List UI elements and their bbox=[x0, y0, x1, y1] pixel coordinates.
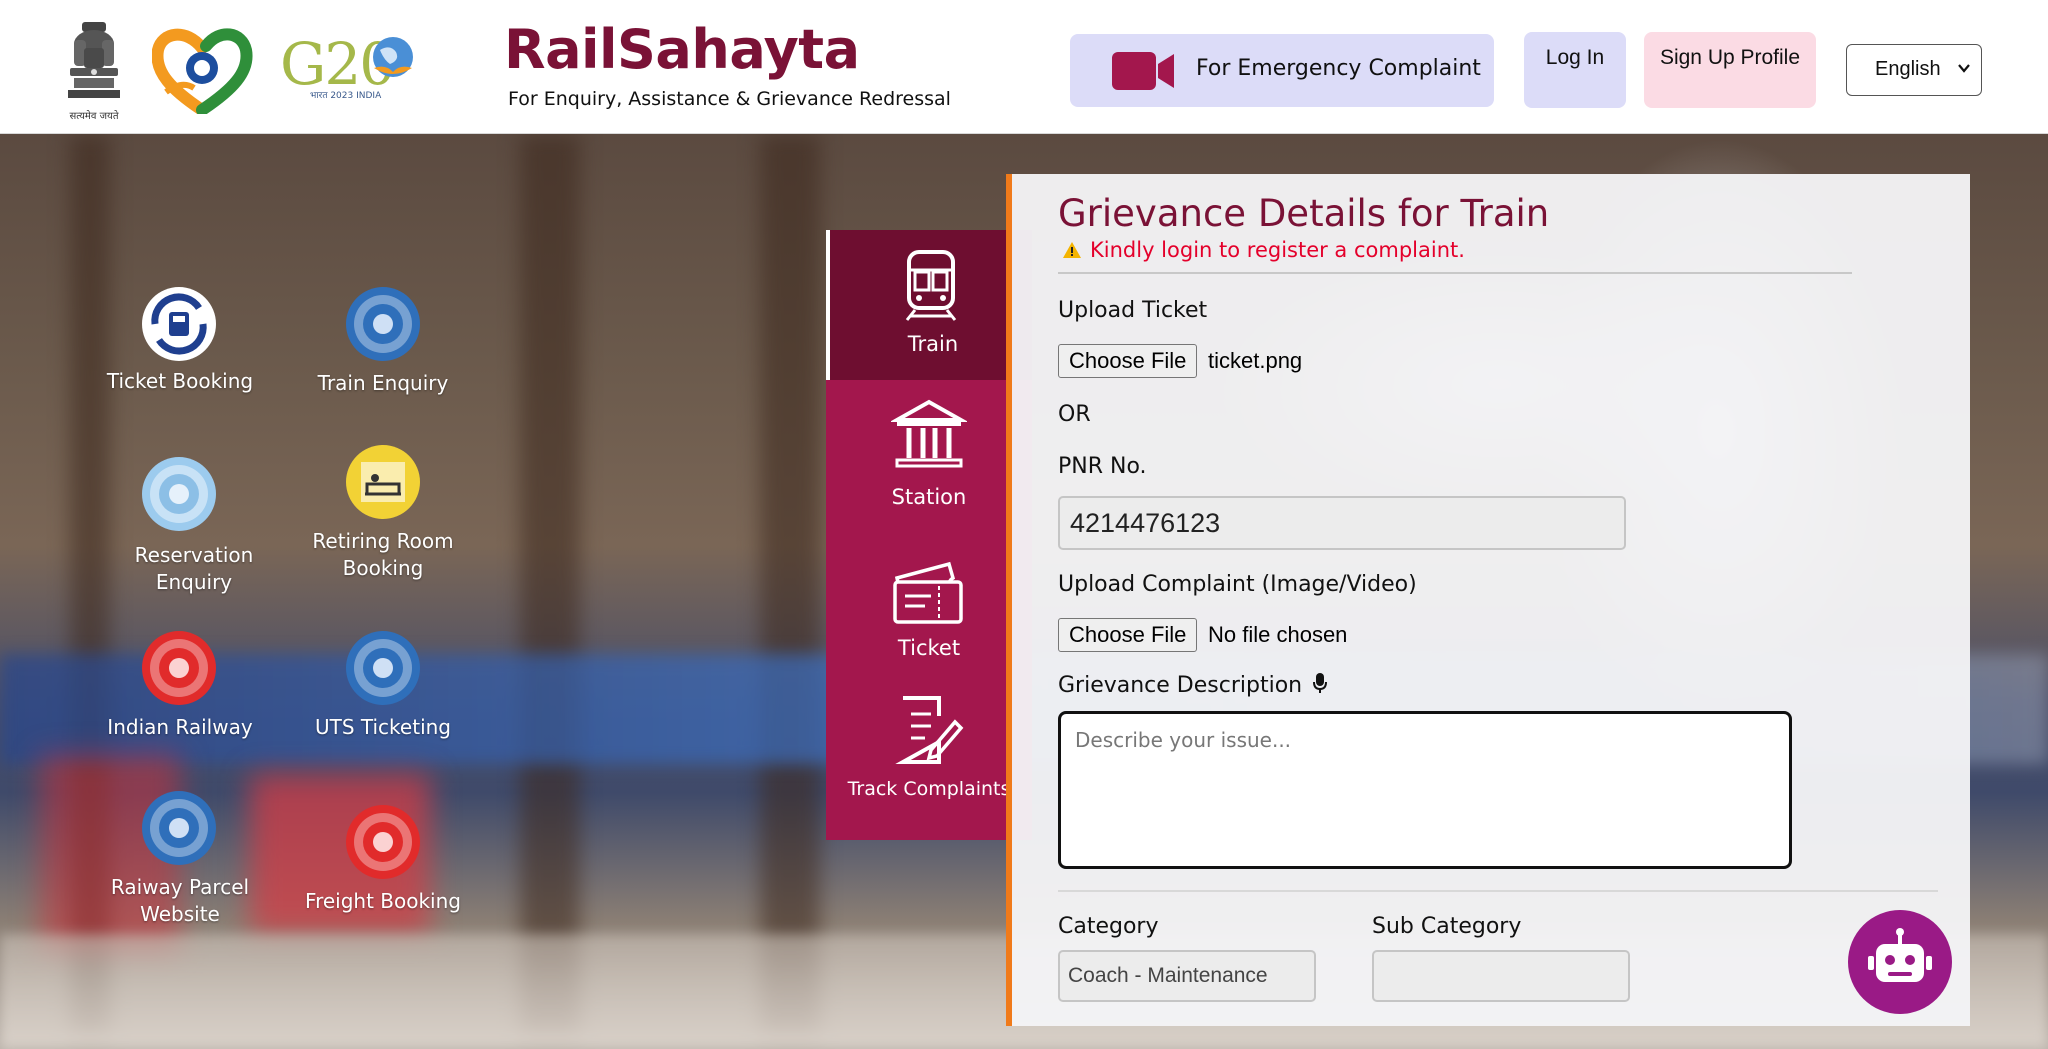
station-building-icon bbox=[891, 399, 967, 468]
grievance-form-panel: Grievance Details for Train Kindly login… bbox=[1006, 174, 1970, 1026]
category-label: Category bbox=[1058, 914, 1159, 939]
emergency-complaint-label: For Emergency Complaint bbox=[1196, 56, 1481, 81]
subcategory-select[interactable] bbox=[1372, 950, 1630, 1002]
quick-link-label: UTS Ticketing bbox=[314, 715, 451, 739]
tab-label: Ticket bbox=[897, 636, 961, 660]
retiring-room-icon bbox=[346, 445, 420, 519]
warning-icon bbox=[1063, 242, 1081, 258]
upload-ticket-choose-file-button[interactable]: Choose File bbox=[1058, 344, 1198, 378]
complaint-file-name: No file chosen bbox=[1208, 622, 1348, 647]
irctc-logo-icon bbox=[142, 287, 216, 361]
quick-link-label: Retiring Room Booking bbox=[312, 529, 454, 580]
login-button[interactable]: Log In bbox=[1524, 32, 1626, 108]
tab-label: Station bbox=[891, 485, 967, 509]
quick-link-label: Train Enquiry bbox=[317, 371, 449, 395]
category-select[interactable]: Coach - Maintenance bbox=[1058, 950, 1316, 1002]
quick-link-label: Indian Railway bbox=[107, 715, 253, 739]
indian-railways-logo-icon bbox=[346, 631, 420, 705]
header: सत्यमेव जयते G20 भारत 2023 INDIA RailSah… bbox=[0, 0, 2048, 134]
pnr-input[interactable]: 4214476123 bbox=[1058, 496, 1626, 550]
video-camera-icon bbox=[1112, 52, 1174, 90]
or-label: OR bbox=[1058, 402, 1091, 427]
tab-station[interactable]: Station bbox=[826, 380, 1032, 530]
document-edit-icon bbox=[895, 696, 964, 764]
divider bbox=[1058, 890, 1938, 892]
chevron-down-icon bbox=[1958, 64, 1970, 73]
divider bbox=[1058, 272, 1852, 274]
brand-title: RailSahayta bbox=[504, 18, 860, 81]
quick-link-ticket-booking[interactable]: Ticket Booking bbox=[100, 286, 260, 426]
indian-railways-logo-icon bbox=[142, 791, 216, 865]
language-select[interactable]: English bbox=[1846, 44, 1982, 96]
form-title: Grievance Details for Train bbox=[1058, 192, 1550, 235]
emblem-caption: सत्यमेव जयते bbox=[69, 111, 119, 122]
tab-track-complaints[interactable]: Track Complaints bbox=[826, 680, 1032, 840]
login-warning: Kindly login to register a complaint. bbox=[1062, 238, 1465, 262]
grievance-description-label: Grievance Description bbox=[1058, 672, 1328, 698]
chatbot-button[interactable] bbox=[1848, 910, 1952, 1014]
complaint-type-tabs: Train Station Ticket Track Complaints bbox=[826, 230, 1032, 840]
grievance-description-text: Grievance Description bbox=[1058, 673, 1303, 698]
quick-link-label: Freight Booking bbox=[305, 889, 461, 913]
microphone-icon[interactable] bbox=[1313, 672, 1328, 694]
quick-link-indian-railway[interactable]: Indian Railway bbox=[100, 630, 260, 770]
train-icon bbox=[905, 250, 957, 321]
national-emblem-logo: सत्यमेव जयते bbox=[64, 18, 124, 122]
quick-link-reservation-enquiry[interactable]: Reservation Enquiry bbox=[100, 456, 280, 596]
quick-link-train-enquiry[interactable]: Train Enquiry bbox=[303, 286, 463, 426]
robot-icon bbox=[1868, 928, 1932, 982]
tab-label: Track Complaints bbox=[847, 778, 1011, 800]
quick-link-railway-parcel-website[interactable]: Raiway Parcel Website bbox=[100, 790, 260, 960]
ticket-icon bbox=[893, 561, 963, 624]
tab-train[interactable]: Train bbox=[826, 230, 1032, 380]
quick-link-label: Ticket Booking bbox=[106, 369, 254, 393]
indian-railways-red-logo-icon bbox=[346, 805, 420, 879]
indian-railways-red-logo-icon bbox=[142, 631, 216, 705]
tab-ticket[interactable]: Ticket bbox=[826, 530, 1032, 680]
g20-subtitle: भारत 2023 INDIA bbox=[310, 91, 382, 101]
pnr-label: PNR No. bbox=[1058, 454, 1147, 479]
heart-railway-logo bbox=[151, 26, 254, 116]
quick-link-label: Reservation Enquiry bbox=[134, 543, 254, 594]
subcategory-label: Sub Category bbox=[1372, 914, 1522, 939]
indian-railways-logo-icon bbox=[142, 457, 216, 531]
upload-complaint-label: Upload Complaint (Image/Video) bbox=[1058, 572, 1417, 597]
signup-profile-button[interactable]: Sign Up Profile bbox=[1644, 32, 1816, 108]
g20-logo: G20 भारत 2023 INDIA bbox=[280, 30, 416, 106]
grievance-description-textarea[interactable]: Describe your issue... bbox=[1058, 711, 1792, 869]
ticket-file-name: ticket.png bbox=[1208, 348, 1303, 373]
language-value: English bbox=[1875, 58, 1941, 80]
login-warning-text: Kindly login to register a complaint. bbox=[1090, 238, 1465, 262]
quick-link-uts-ticketing[interactable]: UTS Ticketing bbox=[303, 630, 463, 770]
upload-complaint-choose-file-button[interactable]: Choose File bbox=[1058, 618, 1198, 652]
emergency-complaint-button[interactable]: For Emergency Complaint bbox=[1070, 34, 1494, 107]
upload-ticket-label: Upload Ticket bbox=[1058, 298, 1208, 323]
globe-icon bbox=[373, 37, 413, 77]
indian-railways-logo-icon bbox=[346, 287, 420, 361]
brand-subtitle: For Enquiry, Assistance & Grievance Redr… bbox=[508, 88, 951, 110]
quick-link-label: Raiway Parcel Website bbox=[110, 875, 250, 926]
quick-link-freight-booking[interactable]: Freight Booking bbox=[303, 804, 463, 944]
quick-link-retiring-room-booking[interactable]: Retiring Room Booking bbox=[303, 444, 463, 614]
